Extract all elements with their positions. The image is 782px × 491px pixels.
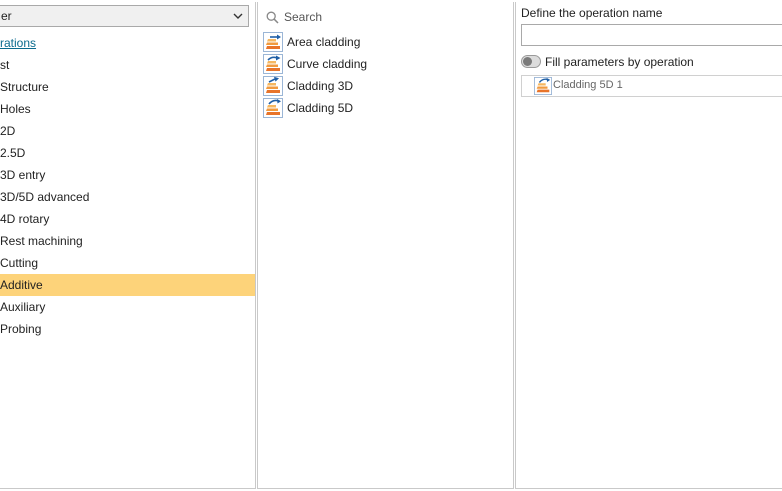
- category-filter-value: er: [1, 9, 12, 23]
- category-item[interactable]: Holes: [0, 98, 255, 120]
- operation-item[interactable]: Cladding 3D: [263, 75, 508, 97]
- category-panel: er rations st Structure Holes 2D 2.5D 3D entr…: [0, 2, 256, 489]
- search-icon: [266, 11, 279, 24]
- category-item[interactable]: 3D/5D advanced: [0, 186, 255, 208]
- cladding-5d-icon: [534, 77, 552, 95]
- operation-label: Curve cladding: [287, 57, 368, 71]
- operation-label: Cladding 5D: [287, 101, 354, 115]
- operation-name-input[interactable]: [521, 24, 782, 46]
- category-item[interactable]: Probing: [0, 318, 255, 340]
- search-box[interactable]: Search: [266, 8, 506, 26]
- operations-link[interactable]: rations: [0, 33, 36, 53]
- operation-list: Area cladding Curve cladding Cladding 3D Cl…: [263, 31, 508, 119]
- category-item[interactable]: 2D: [0, 120, 255, 142]
- operation-item[interactable]: Area cladding: [263, 31, 508, 53]
- category-item[interactable]: Additive: [0, 274, 255, 296]
- operation-label: Area cladding: [287, 35, 361, 49]
- operation-instance-item[interactable]: Cladding 5D 1: [521, 75, 782, 97]
- operation-instance-label: Cladding 5D 1: [553, 79, 623, 91]
- fill-parameters-label: Fill parameters by operation: [545, 55, 694, 69]
- toggle-knob: [523, 57, 532, 66]
- area-cladding-icon: [263, 32, 283, 52]
- fill-parameters-row: Fill parameters by operation: [521, 53, 781, 71]
- category-item[interactable]: 3D entry: [0, 164, 255, 186]
- cladding-3d-icon: [263, 76, 283, 96]
- define-name-label: Define the operation name: [521, 6, 663, 20]
- category-item[interactable]: Structure: [0, 76, 255, 98]
- operation-dialog: er rations st Structure Holes 2D 2.5D 3D entr…: [0, 0, 782, 491]
- operation-type-panel: Search Area cladding Curve cladding Claddi…: [257, 2, 514, 489]
- category-list: st Structure Holes 2D 2.5D 3D entry 3D/5D adva…: [0, 54, 255, 340]
- category-item[interactable]: 4D rotary: [0, 208, 255, 230]
- chevron-down-icon[interactable]: [231, 9, 245, 23]
- category-filter-combo[interactable]: er: [0, 5, 249, 27]
- fill-parameters-toggle[interactable]: [521, 55, 541, 68]
- operation-name-panel: Define the operation name Fill parameter…: [515, 2, 782, 489]
- category-item[interactable]: 2.5D: [0, 142, 255, 164]
- category-item[interactable]: Rest machining: [0, 230, 255, 252]
- curve-cladding-icon: [263, 54, 283, 74]
- operation-item[interactable]: Curve cladding: [263, 53, 508, 75]
- search-placeholder: Search: [284, 10, 323, 24]
- cladding-5d-icon: [263, 98, 283, 118]
- category-item[interactable]: Cutting: [0, 252, 255, 274]
- category-item[interactable]: st: [0, 54, 255, 76]
- category-item[interactable]: Auxiliary: [0, 296, 255, 318]
- operation-label: Cladding 3D: [287, 79, 354, 93]
- operation-item[interactable]: Cladding 5D: [263, 97, 508, 119]
